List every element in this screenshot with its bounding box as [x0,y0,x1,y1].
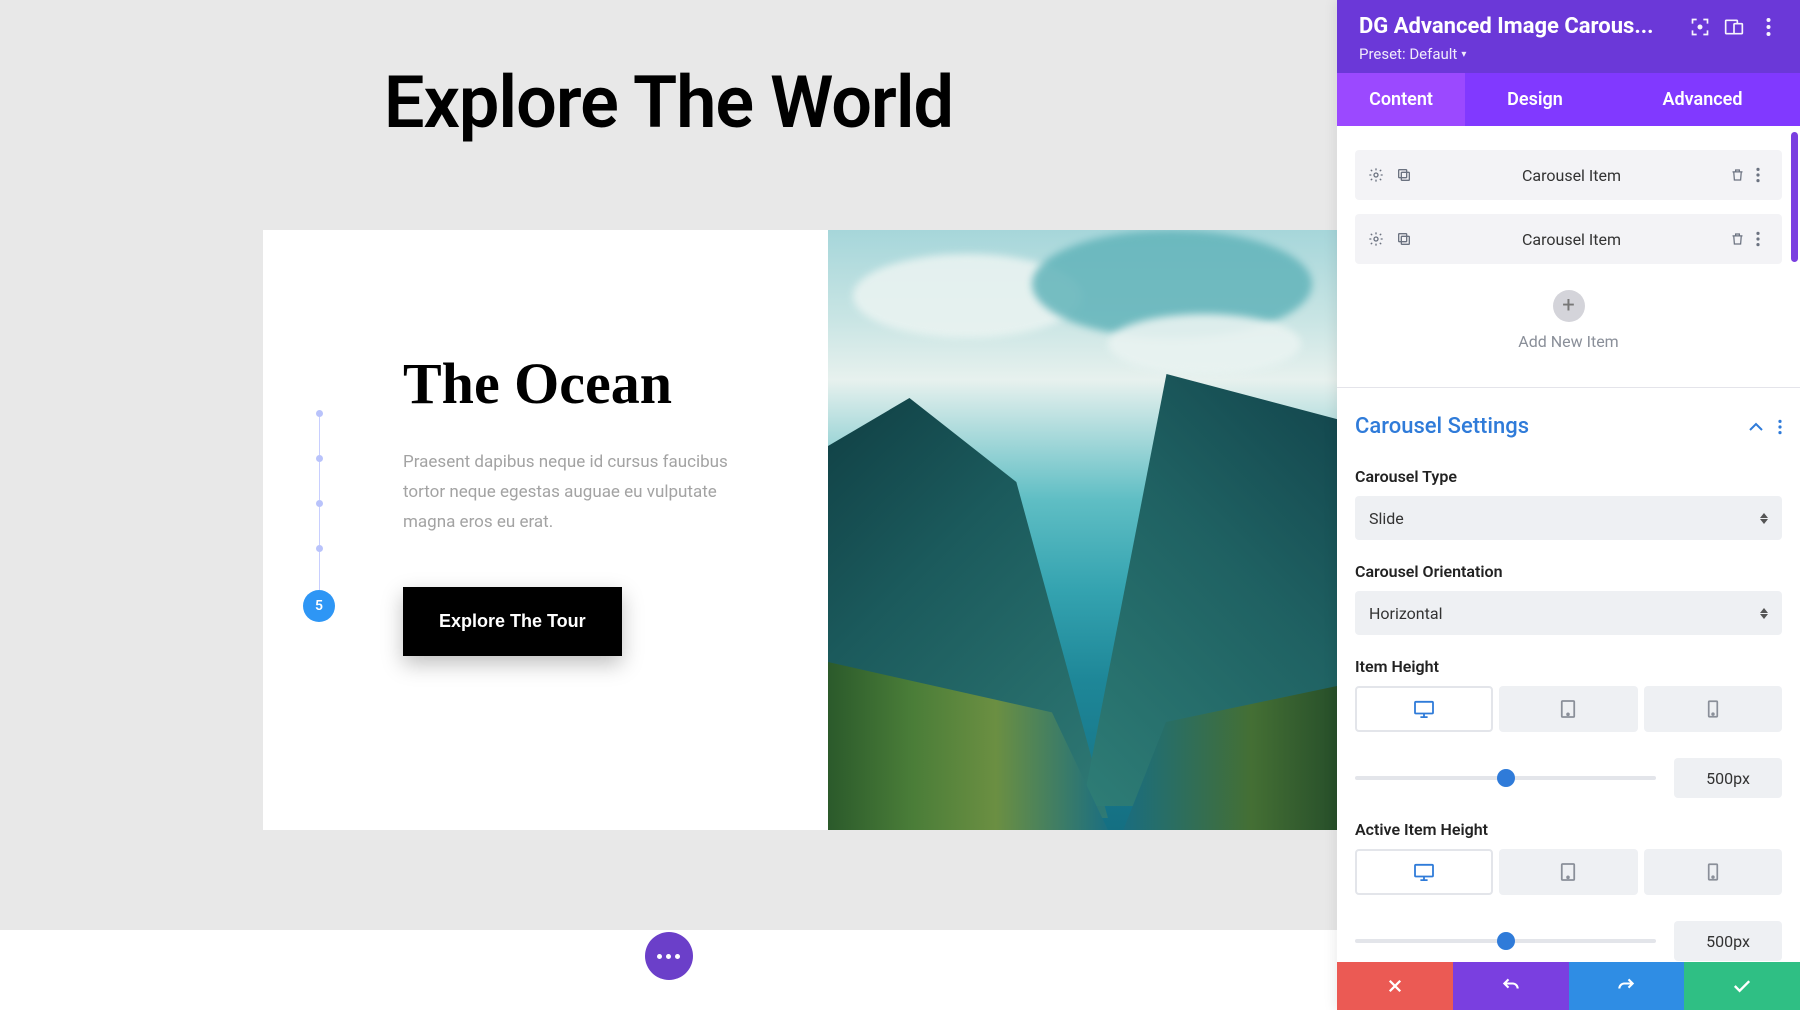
carousel-item-label: Carousel Item [1413,230,1730,249]
duplicate-icon[interactable] [1395,166,1413,184]
carousel-type-select[interactable]: Slide [1355,496,1782,540]
trash-icon[interactable] [1730,231,1744,247]
field-label-carousel-type: Carousel Type [1355,467,1782,486]
page-title: Explore The World [0,60,1337,145]
responsive-icon[interactable] [1724,17,1744,37]
preset-selector[interactable]: Preset: Default ▾ [1359,45,1778,63]
pagination-dot[interactable] [316,545,323,552]
active-item-height-slider[interactable] [1355,931,1656,951]
pagination-dot[interactable] [316,500,323,507]
device-phone[interactable] [1644,849,1782,895]
pagination-dot-active[interactable]: 5 [303,590,335,622]
add-item-button[interactable]: + [1553,290,1585,322]
device-tabs-item-height [1355,686,1782,732]
more-icon[interactable] [1778,419,1782,435]
device-desktop[interactable] [1355,686,1493,732]
device-desktop[interactable] [1355,849,1493,895]
chevron-down-icon: ▾ [1461,49,1466,60]
item-height-slider[interactable] [1355,768,1656,788]
duplicate-icon[interactable] [1395,230,1413,248]
device-tablet[interactable] [1499,686,1637,732]
panel-header: DG Advanced Image Carous... Preset: Defa… [1337,0,1800,73]
orientation-select[interactable]: Horizontal [1355,591,1782,635]
save-button[interactable] [1684,962,1800,1010]
select-value: Horizontal [1369,604,1442,623]
more-icon[interactable] [1758,17,1778,37]
carousel-item-label: Carousel Item [1413,166,1730,185]
pagination-dot[interactable] [316,410,323,417]
panel-footer [1337,962,1800,1010]
panel-title: DG Advanced Image Carous... [1359,14,1676,39]
trash-icon[interactable] [1730,167,1744,183]
settings-tabs: Content Design Advanced [1337,73,1800,126]
explore-button[interactable]: Explore The Tour [403,587,622,656]
section-title: Carousel Settings [1355,414,1734,439]
add-item-label: Add New Item [1355,332,1782,351]
builder-fab-button[interactable] [645,932,693,980]
select-caret-icon [1760,608,1768,619]
tab-advanced[interactable]: Advanced [1605,73,1800,126]
focus-icon[interactable] [1690,17,1710,37]
select-caret-icon [1760,513,1768,524]
carousel-preview: 5 The Ocean Praesent dapibus neque id cu… [263,230,1337,830]
editor-canvas: Explore The World 5 The Ocean Praesent d… [0,0,1337,1010]
panel-body[interactable]: Carousel Item Carousel Item [1337,126,1800,962]
tab-design[interactable]: Design [1465,73,1605,126]
device-tablet[interactable] [1499,849,1637,895]
settings-panel: DG Advanced Image Carous... Preset: Defa… [1337,0,1800,1010]
field-label-item-height: Item Height [1355,657,1782,676]
active-item-height-value[interactable]: 500px [1674,921,1782,961]
carousel-text-pane: 5 The Ocean Praesent dapibus neque id cu… [263,230,828,830]
carousel-item-row[interactable]: Carousel Item [1355,214,1782,264]
carousel-pagination: 5 [303,410,335,622]
preset-label: Preset: Default [1359,45,1457,63]
select-value: Slide [1369,509,1404,528]
scrollbar-thumb[interactable] [1791,132,1798,262]
device-tabs-active-item-height [1355,849,1782,895]
gear-icon[interactable] [1367,166,1385,184]
device-phone[interactable] [1644,686,1782,732]
field-label-orientation: Carousel Orientation [1355,562,1782,581]
redo-button[interactable] [1569,962,1685,1010]
section-header[interactable]: Carousel Settings [1355,388,1782,445]
pagination-dot[interactable] [316,455,323,462]
carousel-body-text: Praesent dapibus neque id cursus faucibu… [403,447,733,537]
carousel-image [828,230,1337,830]
tab-content[interactable]: Content [1337,73,1465,126]
field-label-active-item-height: Active Item Height [1355,820,1782,839]
carousel-heading: The Ocean [403,350,828,417]
gear-icon[interactable] [1367,230,1385,248]
more-icon[interactable] [1756,167,1770,183]
close-button[interactable] [1337,962,1453,1010]
item-height-value[interactable]: 500px [1674,758,1782,798]
carousel-item-row[interactable]: Carousel Item [1355,150,1782,200]
undo-button[interactable] [1453,962,1569,1010]
more-icon[interactable] [1756,231,1770,247]
chevron-up-icon[interactable] [1748,422,1764,432]
